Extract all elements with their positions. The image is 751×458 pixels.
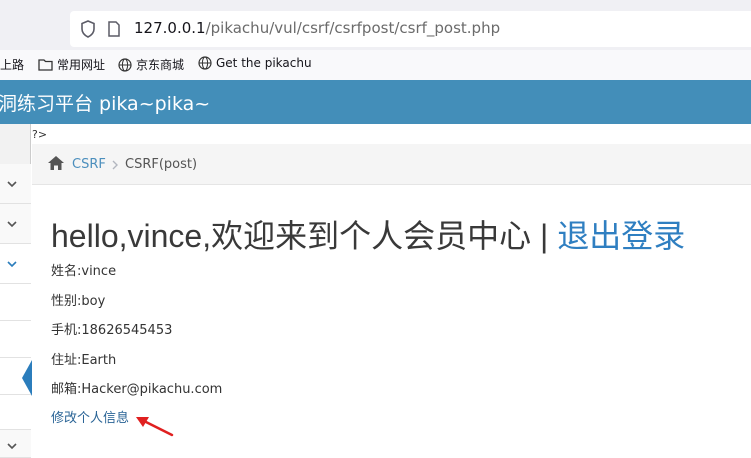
welcome-heading: hello,vince,欢迎来到个人会员中心 | 退出登录 bbox=[51, 218, 686, 254]
folder-icon bbox=[38, 59, 53, 71]
edit-profile-link[interactable]: 修改个人信息 bbox=[51, 407, 129, 426]
info-email: 邮箱:Hacker@pikachu.com bbox=[51, 382, 223, 397]
chevron-down-icon bbox=[7, 443, 17, 450]
globe-icon bbox=[198, 56, 212, 70]
info-address: 住址:Earth bbox=[51, 353, 117, 368]
chevron-right-icon bbox=[112, 160, 118, 170]
bookmarks-bar bbox=[0, 50, 751, 80]
sidebar-item-csrf[interactable] bbox=[0, 244, 31, 284]
php-leak-text: ?> bbox=[32, 128, 48, 141]
breadcrumb-link-csrf[interactable]: CSRF bbox=[72, 157, 106, 172]
sidebar-subitem[interactable] bbox=[0, 284, 31, 321]
sidebar-subitem[interactable] bbox=[0, 321, 31, 358]
chevron-down-icon bbox=[7, 221, 17, 228]
shield-icon[interactable] bbox=[80, 20, 96, 38]
page-icon bbox=[108, 21, 120, 37]
bookmark-item[interactable]: 上路 bbox=[0, 56, 24, 73]
sidebar-item[interactable] bbox=[0, 164, 31, 204]
sidebar-item[interactable] bbox=[0, 204, 31, 244]
info-gender: 性别:boy bbox=[51, 294, 106, 309]
url-text[interactable]: 127.0.0.1/pikachu/vul/csrf/csrfpost/csrf… bbox=[134, 19, 500, 37]
active-indicator bbox=[22, 360, 32, 396]
logout-link[interactable]: 退出登录 bbox=[557, 218, 685, 254]
sidebar-item[interactable] bbox=[0, 430, 31, 458]
bookmark-item[interactable]: Get the pikachu bbox=[198, 56, 312, 70]
home-icon bbox=[48, 156, 64, 170]
site-title[interactable]: 洞练习平台 pika~pika~ bbox=[0, 89, 210, 116]
info-phone: 手机:18626545453 bbox=[51, 323, 173, 338]
sidebar-subitem[interactable] bbox=[0, 395, 31, 430]
globe-icon bbox=[118, 57, 132, 72]
annotation-arrow-icon bbox=[136, 417, 174, 437]
info-name: 姓名:vince bbox=[51, 264, 117, 279]
bookmark-folder[interactable]: 常用网址 bbox=[38, 56, 105, 73]
breadcrumb-current: CSRF(post) bbox=[125, 157, 198, 172]
bookmark-item[interactable]: 京东商城 bbox=[118, 56, 184, 73]
chevron-down-icon bbox=[7, 261, 17, 268]
chevron-down-icon bbox=[7, 181, 17, 188]
